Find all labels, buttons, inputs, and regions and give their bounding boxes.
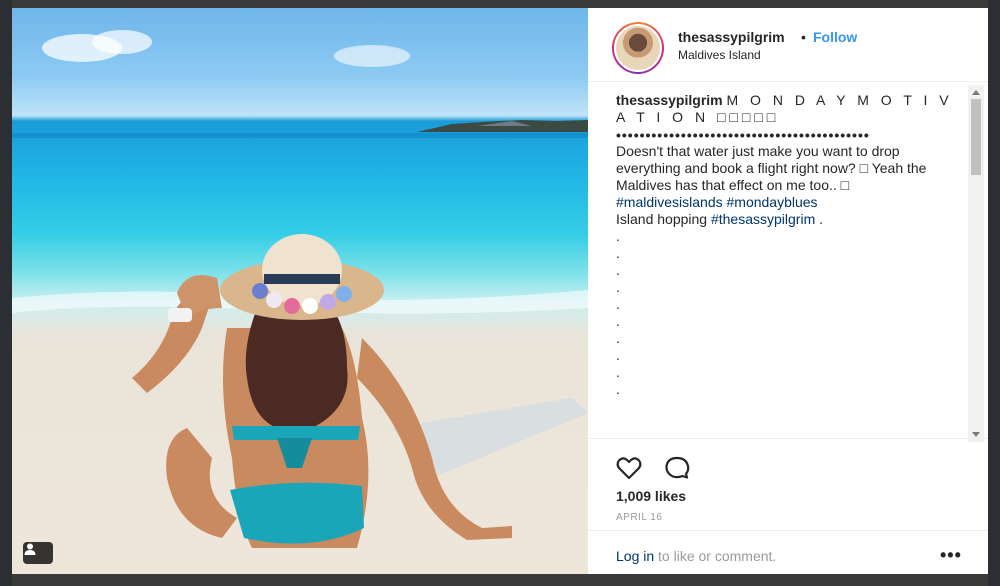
like-button[interactable] [614,453,644,483]
more-options-button[interactable]: ••• [940,545,962,566]
post-date[interactable]: APRIL 16 [616,512,662,523]
caption-dot: . [616,228,620,244]
header-separator: • [801,29,806,45]
caption-dot: . [616,330,620,346]
login-link[interactable]: Log in [616,548,654,564]
avatar[interactable] [612,22,664,74]
comment-icon [665,456,690,479]
caption-dot: . [616,364,620,380]
caption-dot: . [616,262,620,278]
caption-line2-suffix: . [815,211,824,227]
caption-bullets: ••••••••••••••••••••••••••••••••••••••••… [616,127,870,143]
caption-hashtags[interactable]: #maldivesislands #mondayblues [616,194,956,211]
post-header: thesassypilgrim • Follow Maldives Island [588,8,988,82]
post-side-panel: thesassypilgrim • Follow Maldives Island… [588,8,988,574]
follow-button[interactable]: Follow [813,29,857,45]
caption-text: Doesn't that water just make you want to… [616,143,927,193]
caption-headline-line: thesassypilgrim M O N D A Y M O T I V A … [616,92,956,126]
post-modal: thesassypilgrim • Follow Maldives Island… [12,8,988,574]
login-suffix: to like or comment. [654,548,777,564]
beach-scene [12,30,588,548]
caption-username[interactable]: thesassypilgrim [616,92,723,108]
post-footer: Log in to like or comment. ••• [588,530,988,574]
caption-line2-prefix: Island hopping [616,211,711,227]
heart-icon [616,457,642,480]
user-tag-button[interactable] [23,542,53,564]
post-actions: 1,009 likes APRIL 16 [588,438,988,531]
caption-dot: . [616,245,620,261]
caption-dot: . [616,347,620,363]
location-link[interactable]: Maldives Island [678,48,761,62]
caption-scrollbar[interactable] [968,85,984,442]
likes-count[interactable]: 1,009 likes [616,488,686,504]
caption-dot: . [616,381,620,397]
caption-area[interactable]: thesassypilgrim M O N D A Y M O T I V A … [616,92,956,436]
caption-line2: Island hopping #thesassypilgrim . [616,211,956,228]
username-link[interactable]: thesassypilgrim [678,29,785,45]
caption-dot: . [616,279,620,295]
login-prompt: Log in to like or comment. [616,548,776,564]
scroll-down-arrow-icon[interactable] [972,432,980,437]
caption-dot: . [616,296,620,312]
caption-dot: . [616,313,620,329]
post-photo[interactable] [12,8,588,574]
comment-button[interactable] [662,453,692,483]
scroll-up-arrow-icon[interactable] [972,90,980,95]
caption-line2-hashtag[interactable]: #thesassypilgrim [711,211,815,227]
avatar-image [614,24,662,72]
scroll-thumb[interactable] [971,99,981,175]
user-tag-icon [24,543,36,555]
